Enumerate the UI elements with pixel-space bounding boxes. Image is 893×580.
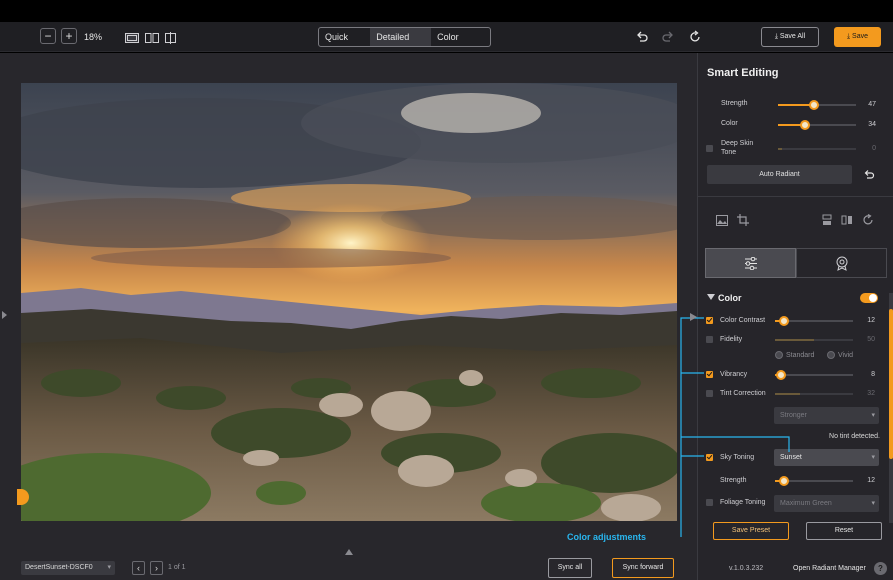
sky-toning-label: Sky Toning: [720, 454, 755, 461]
help-icon[interactable]: ?: [874, 562, 887, 575]
deep-skin-value: 0: [872, 145, 876, 152]
top-toolbar: − + 18% Quick Edit Detailed Edit Color G…: [0, 22, 893, 52]
vivid-label: Vivid: [838, 352, 854, 359]
tab-presets[interactable]: [796, 248, 887, 278]
collapse-section-icon[interactable]: [707, 294, 715, 300]
expand-filmstrip-icon[interactable]: [345, 549, 353, 555]
tab-color-grade[interactable]: Color Grade: [431, 28, 490, 46]
deep-skin-checkbox[interactable]: [706, 145, 713, 152]
flip-horizontal-icon[interactable]: [841, 214, 853, 226]
vibrancy-slider[interactable]: [775, 370, 853, 380]
zoom-in-button[interactable]: +: [61, 28, 77, 44]
redo-icon[interactable]: [661, 30, 675, 44]
color-section-title: Color: [718, 293, 742, 303]
tint-correction-label: Tint Correction: [720, 390, 766, 397]
deep-skin-label-line2: Tone: [721, 149, 737, 156]
standard-radio[interactable]: [775, 351, 783, 359]
tint-correction-checkbox[interactable]: [706, 390, 713, 397]
divider: [698, 196, 893, 197]
color-slider[interactable]: [778, 120, 856, 130]
undo-icon[interactable]: [635, 30, 649, 44]
color-section-toggle[interactable]: [860, 293, 878, 303]
sky-toning-checkbox[interactable]: [706, 454, 713, 461]
edit-mode-switcher: Quick Edit Detailed Edit Color Grade: [318, 27, 491, 47]
chevron-down-icon: ▾: [107, 564, 111, 571]
sky-strength-slider-thumb[interactable]: [779, 476, 789, 486]
desert-sunset-photo: [21, 83, 677, 521]
color-contrast-value: 12: [867, 317, 875, 324]
fidelity-value: 50: [867, 336, 875, 343]
tab-quick-edit[interactable]: Quick Edit: [319, 28, 370, 46]
strength-slider[interactable]: [778, 100, 856, 110]
badge-icon: [836, 256, 848, 271]
tint-strength-dropdown[interactable]: Stronger: [774, 407, 879, 424]
color-value: 34: [868, 121, 876, 128]
zoom-level: 18%: [84, 32, 103, 42]
reset-icon[interactable]: [688, 30, 702, 44]
page-count: 1 of 1: [168, 564, 186, 571]
expand-left-icon[interactable]: [2, 311, 7, 319]
sky-strength-value: 12: [867, 477, 875, 484]
foliage-toning-checkbox[interactable]: [706, 499, 713, 506]
smart-editing-panel: Smart Editing Strength 47 Color 34 Deep …: [697, 53, 893, 580]
open-manager-link[interactable]: Open Radiant Manager: [793, 565, 866, 572]
sky-toning-dropdown[interactable]: Sunset: [774, 449, 879, 466]
vibrancy-value: 8: [871, 371, 875, 378]
tint-correction-value: 32: [867, 390, 875, 397]
deep-skin-slider[interactable]: [778, 148, 856, 150]
fidelity-checkbox[interactable]: [706, 336, 713, 343]
sync-all-button[interactable]: Sync all: [548, 558, 592, 578]
tab-adjustments[interactable]: [705, 248, 796, 278]
color-contrast-slider-thumb[interactable]: [779, 316, 789, 326]
image-icon[interactable]: [716, 215, 728, 226]
deep-skin-label: Deep Skin: [721, 140, 754, 147]
version-label: v.1.0.3.232: [729, 565, 764, 572]
save-preset-button[interactable]: Save Preset: [713, 522, 789, 540]
vivid-radio[interactable]: [827, 351, 835, 359]
fidelity-label: Fidelity: [720, 336, 743, 343]
foliage-toning-label: Foliage Toning: [720, 499, 766, 506]
tint-status: No tint detected.: [829, 433, 880, 440]
color-slider-thumb[interactable]: [800, 120, 810, 130]
strength-label: Strength: [721, 100, 748, 107]
image-canvas: DesertSunset-DSCF0 ▾ ‹ › 1 of 1 Sync all…: [0, 53, 697, 580]
undo-auto-icon[interactable]: [863, 169, 875, 181]
before-after-view-icon[interactable]: [164, 32, 177, 44]
standard-label: Standard: [786, 352, 815, 359]
panel-scrollbar[interactable]: [889, 293, 893, 523]
tab-detailed-edit[interactable]: Detailed Edit: [370, 28, 432, 46]
crop-icon[interactable]: [737, 214, 749, 226]
tint-correction-slider[interactable]: [775, 393, 853, 395]
prev-image-button[interactable]: ‹: [132, 561, 145, 575]
flip-vertical-icon[interactable]: [821, 214, 833, 226]
zoom-out-button[interactable]: −: [40, 28, 56, 44]
sliders-icon: [745, 257, 757, 270]
single-view-icon[interactable]: [125, 33, 139, 43]
reset-button[interactable]: Reset: [806, 522, 882, 540]
vibrancy-label: Vibrancy: [720, 371, 748, 378]
sky-strength-slider[interactable]: [775, 476, 853, 486]
auto-radiant-button[interactable]: Auto Radiant: [707, 165, 852, 184]
foliage-toning-dropdown[interactable]: Maximum Green: [774, 495, 879, 512]
color-contrast-label: Color Contrast: [720, 317, 766, 324]
sync-forward-button[interactable]: Sync forward: [612, 558, 674, 578]
file-selector[interactable]: DesertSunset-DSCF0 ▾: [21, 561, 115, 575]
annotation-label: Color adjustments: [567, 532, 647, 542]
color-label: Color: [721, 120, 738, 127]
fidelity-slider[interactable]: [775, 339, 853, 341]
save-all-button[interactable]: ⤓ Save All: [761, 27, 819, 47]
strength-slider-thumb[interactable]: [809, 100, 819, 110]
split-view-icon[interactable]: [145, 33, 159, 43]
color-contrast-slider[interactable]: [775, 316, 853, 326]
vibrancy-checkbox[interactable]: [706, 371, 713, 378]
color-contrast-checkbox[interactable]: [706, 317, 713, 324]
panel-title: Smart Editing: [707, 67, 779, 79]
file-name: DesertSunset-DSCF0: [25, 564, 93, 571]
sky-strength-label: Strength: [720, 477, 747, 484]
strength-value: 47: [868, 101, 876, 108]
rotate-icon[interactable]: [862, 214, 874, 226]
next-image-button[interactable]: ›: [150, 561, 163, 575]
vibrancy-slider-thumb[interactable]: [776, 370, 786, 380]
save-button[interactable]: ⤓ Save: [834, 27, 881, 47]
